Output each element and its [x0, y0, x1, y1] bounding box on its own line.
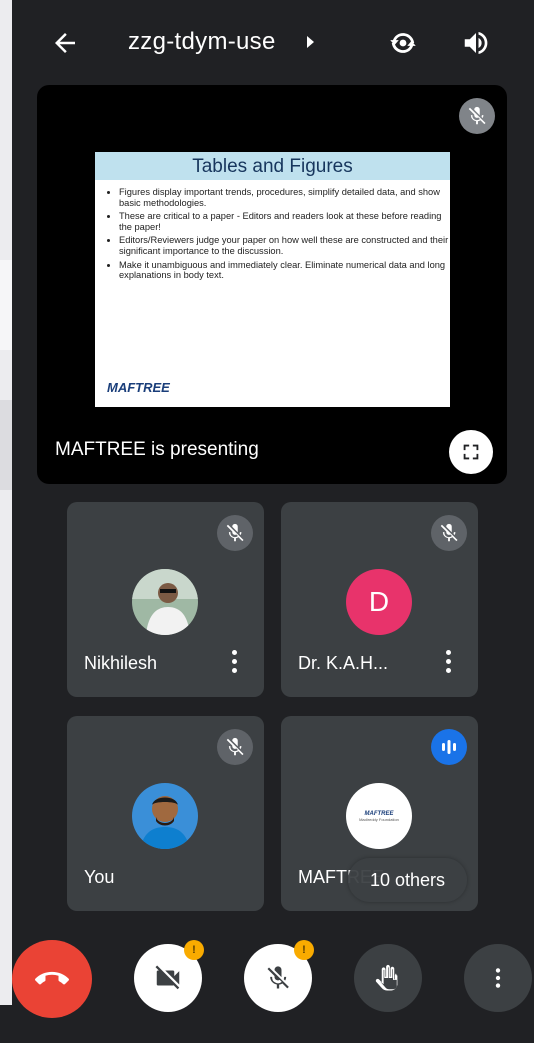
shared-slide: Tables and Figures Figures display impor…: [95, 152, 450, 407]
slide-logo: MAFTREE: [107, 380, 170, 395]
fullscreen-button[interactable]: [449, 430, 493, 474]
maftree-logo-avatar: MAFTREE Madireddy Foundation: [346, 783, 412, 849]
presenter-mic-off-icon: [459, 98, 495, 134]
more-vert-icon: [495, 968, 501, 988]
avatar-initial: D: [346, 569, 412, 635]
avatar: [132, 569, 198, 635]
participant-name: Nikhilesh: [84, 653, 158, 673]
camera-off-icon: [155, 965, 180, 990]
participant-name: Dr. K.A.H...: [298, 653, 389, 673]
more-options-icon[interactable]: [444, 650, 452, 676]
mic-off-icon: [217, 515, 253, 551]
mic-warning-badge: !: [294, 940, 314, 960]
raise-hand-button[interactable]: [354, 944, 422, 1012]
participant-tile-dr-kah[interactable]: D Dr. K.A.H...: [281, 502, 478, 697]
raise-hand-icon: [375, 964, 398, 991]
speaker-icon[interactable]: [461, 28, 491, 58]
mic-off-icon: [217, 729, 253, 765]
slide-bullet: Make it unambiguous and immediately clea…: [119, 260, 449, 281]
speaking-indicator-icon: [431, 729, 467, 765]
camera-warning-badge: !: [184, 940, 204, 960]
hang-up-icon: [35, 971, 69, 985]
fullscreen-icon: [463, 444, 479, 460]
meeting-details-caret-icon[interactable]: [307, 36, 314, 48]
presentation-tile[interactable]: Tables and Figures Figures display impor…: [37, 85, 507, 484]
back-arrow-icon[interactable]: [50, 28, 80, 58]
slide-bullet: These are critical to a paper - Editors …: [119, 211, 449, 232]
more-options-icon[interactable]: [230, 650, 238, 676]
microphone-toggle-button[interactable]: !: [244, 940, 314, 1012]
presenting-label: MAFTREE is presenting: [55, 439, 259, 460]
top-bar: zzg-tdym-use: [12, 0, 534, 85]
slide-title: Tables and Figures: [95, 152, 450, 180]
slide-bullet: Figures display important trends, proced…: [119, 187, 449, 208]
avatar: [132, 783, 198, 849]
meeting-code[interactable]: zzg-tdym-use: [128, 28, 276, 56]
slide-bullet: Editors/Reviewers judge your paper on ho…: [119, 235, 449, 256]
mic-off-icon: [431, 515, 467, 551]
left-edge-strip: [0, 0, 12, 1043]
slide-bullets: Figures display important trends, proced…: [105, 187, 449, 284]
participant-tile-maftree[interactable]: MAFTREE Madireddy Foundation MAFTREE 10 …: [281, 716, 478, 911]
more-options-button[interactable]: [464, 944, 532, 1012]
others-participants-button[interactable]: 10 others: [348, 858, 467, 902]
switch-camera-icon[interactable]: [386, 26, 420, 60]
participant-name: You: [84, 867, 115, 887]
participant-tile-nikhilesh[interactable]: Nikhilesh: [67, 502, 264, 697]
participant-tile-you[interactable]: You: [67, 716, 264, 911]
end-call-button[interactable]: [12, 940, 92, 1018]
mic-off-icon: [267, 966, 289, 989]
camera-toggle-button[interactable]: !: [134, 940, 204, 1012]
